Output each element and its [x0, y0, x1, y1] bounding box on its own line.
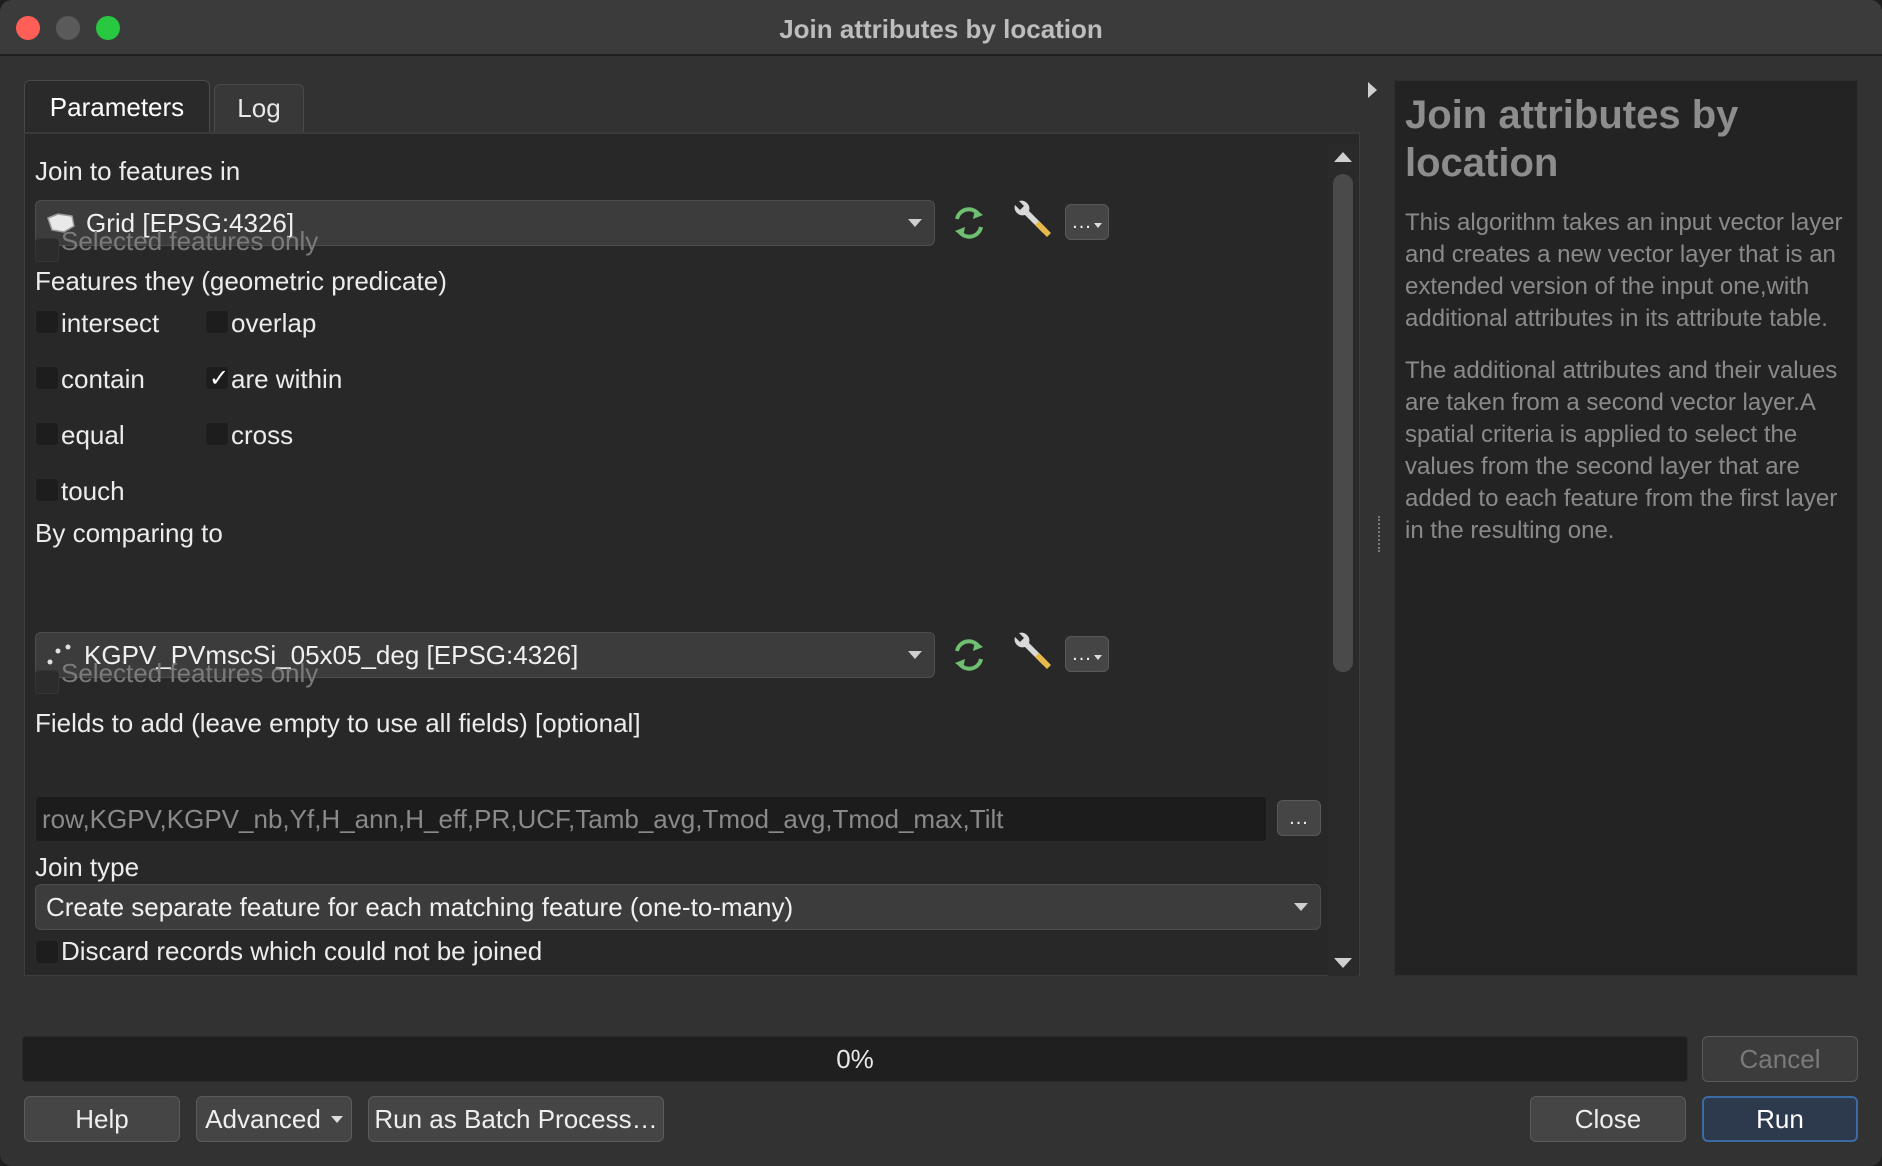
join-to-more-button[interactable]: ...: [1065, 204, 1109, 240]
window-title: Join attributes by location: [779, 14, 1103, 44]
run-as-batch-button[interactable]: Run as Batch Process…: [368, 1096, 664, 1142]
progress-text: 0%: [836, 1043, 874, 1074]
scroll-down-icon[interactable]: [1334, 958, 1352, 968]
join-to-selected-only-label: Selected features only: [61, 226, 319, 256]
predicate-intersect-checkbox[interactable]: [35, 310, 59, 334]
help-paragraph: This algorithm takes an input vector lay…: [1405, 209, 1843, 332]
title-bar: Join attributes by location: [0, 0, 1882, 56]
scroll-thumb[interactable]: [1333, 174, 1353, 672]
predicate-equal-checkbox[interactable]: [35, 422, 59, 446]
refresh-icon: [955, 207, 983, 239]
compare-to-selected-only-label: Selected features only: [61, 658, 319, 688]
chevron-down-icon: [1093, 222, 1102, 228]
join-type-value: Create separate feature for each matchin…: [46, 891, 794, 922]
join-to-settings-button[interactable]: [1007, 200, 1055, 242]
predicate-touch-label: touch: [61, 476, 125, 506]
predicate-contain-checkbox[interactable]: [35, 366, 59, 390]
panel-splitter-handle[interactable]: [1378, 516, 1382, 552]
predicate-equal-label: equal: [61, 420, 125, 450]
predicate-cross-label: cross: [231, 420, 294, 450]
fields-input[interactable]: row,KGPV,KGPV_nb,Yf,H_ann,H_eff,PR,UCF,T…: [35, 796, 1267, 842]
predicate-overlap-label: overlap: [231, 308, 317, 338]
join-to-selected-only-checkbox[interactable]: [35, 238, 59, 262]
compare-to-label: By comparing to: [35, 518, 223, 548]
fields-browse-button[interactable]: ...: [1277, 800, 1321, 836]
run-button[interactable]: Run: [1702, 1096, 1858, 1142]
discard-unjoined-label: Discard records which could not be joine…: [61, 936, 543, 966]
more-button-label: ...: [1072, 210, 1092, 233]
compare-to-selected-only-checkbox[interactable]: [35, 670, 59, 694]
checkmark-icon: ✓: [209, 365, 230, 392]
predicate-cross-checkbox[interactable]: [205, 422, 229, 446]
refresh-icon: [955, 639, 983, 671]
advanced-button-label: Advanced: [205, 1103, 321, 1134]
predicate-overlap-checkbox[interactable]: [205, 310, 229, 334]
wrench-icon: [1014, 632, 1051, 669]
predicate-intersect-label: intersect: [61, 308, 160, 338]
collapse-arrow-icon[interactable]: [1368, 82, 1377, 98]
scroll-up-icon[interactable]: [1334, 152, 1352, 162]
parameters-panel: Join to features in Grid [EPSG:4326] ...: [24, 132, 1360, 976]
wrench-icon: [1014, 200, 1051, 237]
advanced-button[interactable]: Advanced: [196, 1096, 352, 1142]
chevron-down-icon: [1294, 903, 1308, 911]
parameters-scrollbar[interactable]: [1328, 144, 1358, 976]
join-to-refresh-button[interactable]: [945, 202, 993, 244]
help-paragraph: The additional attributes and their valu…: [1405, 357, 1838, 544]
predicate-touch-checkbox[interactable]: [35, 478, 59, 502]
cancel-button[interactable]: Cancel: [1702, 1036, 1858, 1082]
chevron-down-icon: [330, 1115, 343, 1123]
help-button[interactable]: Help: [24, 1096, 180, 1142]
predicate-are-within-checkbox[interactable]: ✓: [205, 365, 230, 392]
chevron-down-icon: [1093, 654, 1102, 660]
progress-bar: 0%: [22, 1036, 1688, 1082]
join-type-combo[interactable]: Create separate feature for each matchin…: [35, 884, 1321, 930]
predicate-label: Features they (geometric predicate): [35, 266, 447, 296]
join-type-label: Join type: [35, 852, 140, 882]
tab-log[interactable]: Log: [214, 84, 304, 132]
predicate-are-within-label: are within: [231, 364, 343, 394]
more-button-label: ...: [1072, 642, 1092, 665]
predicate-contain-label: contain: [61, 364, 145, 394]
help-pane: Join attributes by location This algorit…: [1394, 80, 1858, 976]
fields-label: Fields to add (leave empty to use all fi…: [35, 708, 641, 738]
dialog-window: Join attributes by location Parameters L…: [0, 0, 1882, 1166]
chevron-down-icon: [908, 219, 922, 227]
discard-unjoined-checkbox[interactable]: [35, 940, 59, 964]
compare-to-settings-button[interactable]: [1007, 632, 1055, 674]
tab-parameters[interactable]: Parameters: [24, 80, 210, 134]
close-button[interactable]: Close: [1530, 1096, 1686, 1142]
compare-to-refresh-button[interactable]: [945, 634, 993, 676]
chevron-down-icon: [908, 651, 922, 659]
help-title: Join attributes by location: [1405, 93, 1739, 185]
join-to-label: Join to features in: [35, 156, 241, 186]
compare-to-more-button[interactable]: ...: [1065, 636, 1109, 672]
